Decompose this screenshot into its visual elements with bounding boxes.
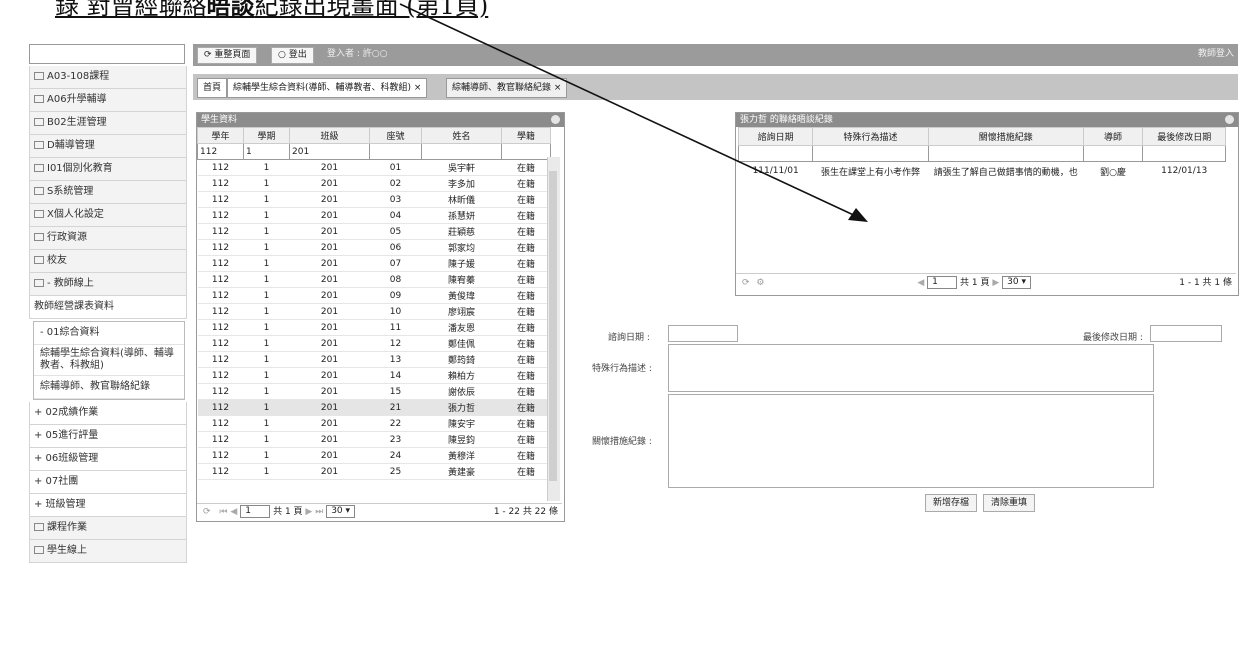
annotation-arrow xyxy=(399,3,868,222)
